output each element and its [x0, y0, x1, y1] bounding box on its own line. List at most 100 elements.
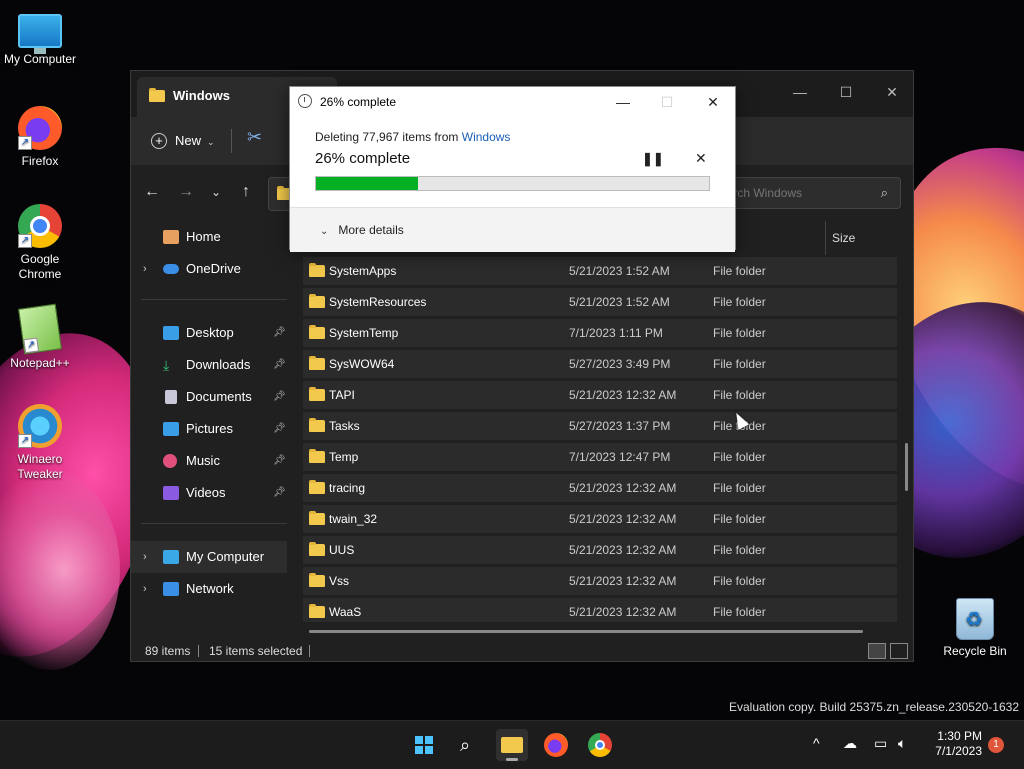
onedrive-icon [163, 264, 179, 274]
vertical-scrollbar[interactable] [905, 443, 908, 491]
sidebar-item-my-computer[interactable]: › My Computer [131, 541, 287, 573]
file-type: File folder [713, 264, 766, 278]
network-status-icon[interactable]: ☁ [843, 735, 857, 752]
file-date: 5/21/2023 12:32 AM [569, 388, 677, 402]
sidebar-item-onedrive[interactable]: › OneDrive [131, 253, 287, 285]
sidebar-item-videos[interactable]: Videos 📌︎ [131, 477, 287, 509]
desktop-icon-recycle-bin[interactable]: Recycle Bin [935, 598, 1015, 658]
computer-icon [18, 14, 62, 54]
file-row[interactable]: tracing 5/21/2023 12:32 AM File folder [303, 474, 897, 502]
forward-button[interactable]: → [173, 179, 199, 205]
chevron-right-icon[interactable]: › [143, 573, 147, 605]
dialog-close-button[interactable]: ✕ [698, 91, 728, 113]
file-type: File folder [713, 543, 766, 557]
display-icon[interactable]: ▭ [874, 735, 887, 752]
start-button[interactable] [408, 729, 440, 761]
sidebar-item-label: Desktop [186, 325, 234, 340]
pin-icon[interactable]: 📌︎ [273, 445, 286, 477]
cancel-icon[interactable]: ✕ [695, 150, 707, 167]
dialog-minimize-button[interactable]: — [608, 91, 638, 113]
file-name: Vss [329, 574, 350, 588]
desktop-icon-winaero[interactable]: ↗ Winaero Tweaker [0, 404, 80, 482]
taskbar-search-button[interactable]: ⌕ [452, 729, 484, 761]
close-button[interactable]: ✕ [869, 77, 915, 107]
pictures-icon [163, 422, 179, 436]
more-details-label: More details [338, 223, 404, 237]
folder-icon [309, 356, 325, 370]
taskbar-file-explorer[interactable] [496, 729, 528, 761]
sidebar-item-documents[interactable]: Documents 📌︎ [131, 381, 287, 413]
pin-icon[interactable]: 📌︎ [273, 413, 286, 445]
search-icon[interactable]: ⌕ [881, 185, 888, 201]
more-details-toggle[interactable]: ⌄ More details [320, 223, 404, 237]
chevron-down-icon: ⌄ [320, 226, 329, 237]
sidebar-item-desktop[interactable]: Desktop 📌︎ [131, 317, 287, 349]
folder-icon [309, 387, 325, 401]
horizontal-scrollbar[interactable] [309, 630, 863, 633]
pin-icon[interactable]: 📌︎ [273, 381, 286, 413]
progress-bar [315, 176, 710, 191]
file-row[interactable]: Temp 7/1/2023 12:47 PM File folder [303, 443, 897, 471]
pin-icon[interactable]: 📌︎ [273, 317, 286, 349]
notification-badge[interactable]: 1 [988, 737, 1004, 753]
clock-time: 1:30 PM [937, 729, 982, 743]
chevron-right-icon[interactable]: › [143, 253, 147, 285]
sidebar-item-downloads[interactable]: ⤓ Downloads 📌︎ [131, 349, 287, 381]
recycle-bin-icon [956, 598, 994, 640]
file-row[interactable]: UUS 5/21/2023 12:32 AM File folder [303, 536, 897, 564]
file-row[interactable]: SystemTemp 7/1/2023 1:11 PM File folder [303, 319, 897, 347]
file-row[interactable]: twain_32 5/21/2023 12:32 AM File folder [303, 505, 897, 533]
file-name: TAPI [329, 388, 355, 402]
up-button[interactable]: ↑ [233, 179, 259, 205]
desktop-icon-label: My Computer [3, 52, 77, 66]
details-view-button[interactable] [868, 643, 886, 659]
sidebar-item-music[interactable]: Music 📌︎ [131, 445, 287, 477]
file-type: File folder [713, 388, 766, 402]
documents-icon [165, 390, 177, 404]
chevron-right-icon[interactable]: › [143, 541, 147, 573]
pause-icon[interactable]: ❚❚ [642, 151, 664, 167]
file-date: 5/21/2023 1:52 AM [569, 264, 670, 278]
recent-locations-button[interactable]: ⌄ [203, 179, 229, 205]
file-row[interactable]: Tasks 5/27/2023 1:37 PM File folder [303, 412, 897, 440]
sidebar-item-home[interactable]: Home [131, 221, 287, 253]
file-row[interactable]: TAPI 5/21/2023 12:32 AM File folder [303, 381, 897, 409]
pin-icon[interactable]: 📌︎ [273, 349, 286, 381]
back-button[interactable]: ← [139, 179, 165, 205]
sidebar-item-label: My Computer [186, 549, 265, 564]
file-row[interactable]: SystemResources 5/21/2023 1:52 AM File fol… [303, 288, 897, 316]
file-type: File folder [713, 481, 766, 495]
desktop-icon-my-computer[interactable]: My Computer [0, 8, 80, 66]
maximize-button[interactable]: ☐ [823, 77, 869, 107]
column-header-size[interactable]: Size [825, 221, 855, 255]
source-folder-link[interactable]: Windows [462, 130, 511, 144]
file-name: Temp [329, 450, 359, 464]
taskbar-clock[interactable]: 1:30 PM 7/1/2023 [932, 729, 982, 759]
taskbar-firefox[interactable] [540, 729, 572, 761]
sidebar-item-network[interactable]: › Network [131, 573, 287, 605]
cut-icon[interactable]: ✂ [247, 127, 262, 148]
dialog-title-bar: 26% complete — ☐ ✕ [290, 87, 735, 117]
desktop-icon-chrome[interactable]: ↗ Google Chrome [0, 204, 82, 282]
file-row[interactable]: SysWOW64 5/27/2023 3:49 PM File folder [303, 350, 897, 378]
home-icon [163, 230, 179, 244]
file-row[interactable]: Vss 5/21/2023 12:32 AM File folder [303, 567, 897, 595]
desktop-icon-notepadpp[interactable]: ↗ Notepad++ [0, 303, 80, 370]
file-row[interactable]: SystemApps 5/21/2023 1:52 AM File folder [303, 257, 897, 285]
pin-icon[interactable]: 📌︎ [273, 477, 286, 509]
windows-logo-icon [415, 736, 433, 754]
minimize-button[interactable]: — [777, 77, 823, 107]
show-hidden-icons-chevron-icon[interactable]: ^ [813, 735, 820, 751]
sidebar-item-pictures[interactable]: Pictures 📌︎ [131, 413, 287, 445]
taskbar-chrome[interactable] [584, 729, 616, 761]
desktop-icon-firefox[interactable]: ↗ Firefox [0, 106, 80, 168]
volume-icon[interactable]: 🔈︎ [898, 735, 906, 752]
folder-icon [309, 263, 325, 277]
folder-icon [309, 294, 325, 308]
shortcut-arrow-icon: ↗ [18, 136, 32, 150]
new-button[interactable]: + New ⌄ [151, 129, 215, 153]
file-row[interactable]: WaaS 5/21/2023 12:32 AM File folder [303, 598, 897, 622]
tiles-view-button[interactable] [890, 643, 908, 659]
file-name: SysWOW64 [329, 357, 395, 371]
chevron-down-icon: ⌄ [207, 137, 215, 147]
